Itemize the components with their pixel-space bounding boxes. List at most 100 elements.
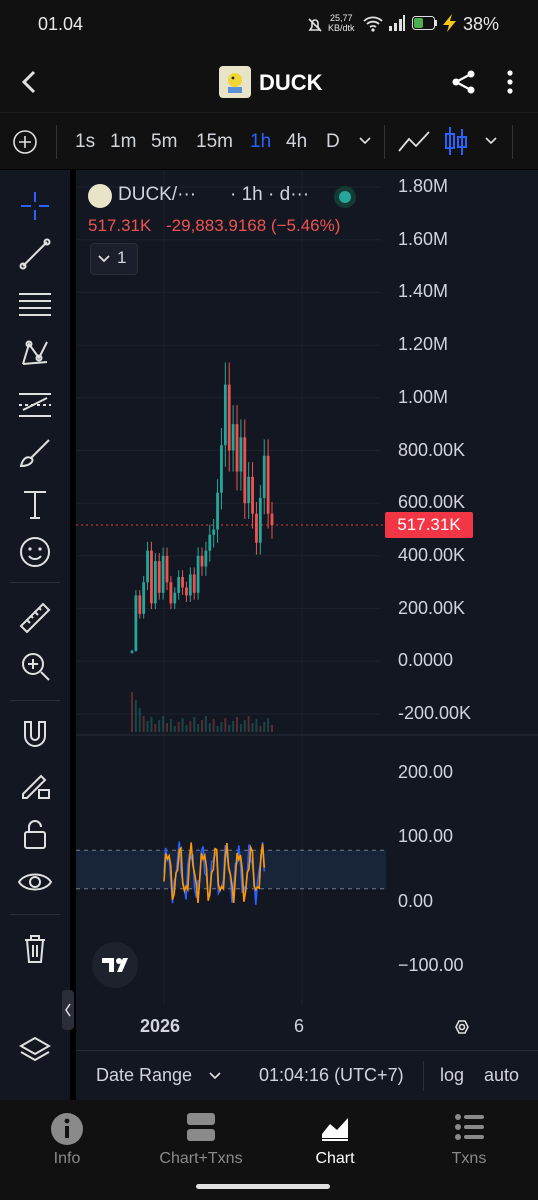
candle-body bbox=[138, 595, 142, 614]
candle-body bbox=[181, 576, 184, 588]
crosshair-icon bbox=[21, 192, 49, 220]
current-price-tag: 517.31K bbox=[385, 512, 473, 538]
chart-bottom-bar: Date Range 01:04:16 (UTC+7) log auto bbox=[76, 1050, 538, 1101]
network-speed-value: 25,77 bbox=[329, 13, 353, 23]
candle-body bbox=[270, 513, 274, 525]
chart-area[interactable]: DUCK/··· · 1h · d··· 517.31K -29,883.916… bbox=[76, 170, 538, 1100]
market-status-icon bbox=[334, 186, 356, 208]
more-menu-icon[interactable] bbox=[500, 68, 520, 96]
brush-tool[interactable] bbox=[17, 436, 53, 472]
add-indicator-icon[interactable] bbox=[12, 129, 38, 155]
volume-bar bbox=[204, 716, 207, 732]
tradingview-icon bbox=[102, 958, 128, 972]
current-price-label: 517.31K bbox=[397, 515, 461, 534]
chart-icon bbox=[322, 1118, 348, 1141]
visibility-tool[interactable] bbox=[17, 864, 53, 900]
text-tool[interactable] bbox=[17, 486, 53, 522]
volume-bar bbox=[259, 726, 262, 732]
candles-chart-icon[interactable] bbox=[442, 125, 470, 157]
chart-clock: 01:04:16 (UTC+7) bbox=[259, 1065, 404, 1085]
volume-bar bbox=[166, 723, 168, 732]
legend-change: -29,883.9168 (−5.46%) bbox=[166, 216, 341, 235]
measure-tool[interactable] bbox=[17, 600, 53, 636]
log-scale-toggle[interactable]: log bbox=[440, 1065, 464, 1086]
candle-body bbox=[157, 561, 161, 593]
eye-icon bbox=[17, 873, 53, 891]
timeframe-15m[interactable]: 15m bbox=[196, 131, 233, 153]
candle-body bbox=[177, 576, 181, 593]
timeframe-1s[interactable]: 1s bbox=[75, 131, 95, 153]
nav-label-txns: Txns bbox=[451, 1150, 487, 1167]
token-logo bbox=[219, 66, 251, 98]
date-range-button[interactable]: Date Range bbox=[96, 1065, 192, 1086]
price-axis-label: 800.00K bbox=[398, 439, 466, 460]
nav-item-chart[interactable]: Chart bbox=[268, 1100, 402, 1180]
bottom-divider bbox=[423, 1061, 424, 1091]
timeframe-dropdown-icon[interactable] bbox=[358, 135, 372, 147]
price-axis-label: 1.40M bbox=[398, 281, 449, 302]
timeframe-d[interactable]: D bbox=[326, 131, 340, 153]
lock-drawing-tool[interactable] bbox=[17, 766, 53, 802]
delete-tool[interactable] bbox=[17, 930, 53, 966]
trendline-tool[interactable] bbox=[17, 236, 53, 272]
volume-bar bbox=[216, 726, 219, 732]
volume-bar bbox=[162, 716, 165, 732]
volume-bar bbox=[267, 718, 270, 732]
legend-collapse-button[interactable]: 1 bbox=[90, 243, 138, 275]
candle-body bbox=[223, 384, 227, 446]
list-icon bbox=[455, 1114, 484, 1140]
timeframe-4h[interactable]: 4h bbox=[286, 131, 307, 153]
volume-bar bbox=[158, 720, 161, 732]
fib-retracement-icon bbox=[19, 293, 51, 316]
unlock-icon bbox=[24, 820, 46, 849]
volume-bar bbox=[228, 725, 231, 732]
indicator-axis-label: −100.00 bbox=[398, 955, 464, 975]
chevron-down-icon[interactable] bbox=[208, 1071, 222, 1081]
chart-txns-icon bbox=[187, 1113, 215, 1141]
crosshair-tool[interactable] bbox=[17, 188, 53, 224]
network-speed-unit: KB/dtk bbox=[328, 23, 355, 33]
nav-item-info[interactable]: Info bbox=[0, 1100, 134, 1180]
volume-bar bbox=[189, 721, 192, 732]
pattern-tool[interactable] bbox=[17, 336, 53, 372]
chart-canvas[interactable] bbox=[76, 170, 538, 1050]
back-icon[interactable] bbox=[16, 68, 44, 96]
timeframe-1m[interactable]: 1m bbox=[110, 131, 136, 153]
volume-bar bbox=[247, 716, 250, 732]
candle-body bbox=[169, 582, 173, 604]
nav-item-chart-txns[interactable]: Chart+Txns bbox=[134, 1100, 268, 1180]
settings-icon[interactable] bbox=[450, 1015, 474, 1039]
pencil-lock-icon bbox=[22, 774, 50, 799]
volume-bar bbox=[251, 723, 254, 732]
line-chart-icon[interactable] bbox=[397, 129, 431, 155]
volume-bar bbox=[131, 692, 133, 732]
time-label-2026: 2026 bbox=[140, 1016, 181, 1036]
price-axis-label: 1.00M bbox=[398, 386, 449, 407]
ruler-icon bbox=[19, 602, 51, 634]
candle-body bbox=[247, 476, 251, 504]
emoji-tool[interactable] bbox=[17, 534, 53, 570]
timeframe-5m[interactable]: 5m bbox=[151, 131, 177, 153]
timeframe-1h[interactable]: 1h bbox=[250, 131, 271, 153]
magnet-tool[interactable] bbox=[17, 716, 53, 752]
zoom-tool[interactable] bbox=[17, 648, 53, 684]
layers-tool[interactable] bbox=[17, 1032, 53, 1068]
chevron-down-icon bbox=[98, 255, 110, 263]
volume-bar bbox=[224, 718, 227, 732]
nav-item-txns[interactable]: Txns bbox=[402, 1100, 536, 1180]
lock-all-tool[interactable] bbox=[17, 816, 53, 852]
candle-body bbox=[150, 550, 153, 604]
chevron-left-icon bbox=[65, 1003, 71, 1017]
projection-tool[interactable] bbox=[17, 386, 53, 422]
chart-type-dropdown-icon[interactable] bbox=[484, 135, 498, 147]
candle-body bbox=[192, 574, 196, 593]
wifi-icon bbox=[363, 16, 383, 32]
auto-scale-toggle[interactable]: auto bbox=[484, 1065, 519, 1086]
volume-bar bbox=[150, 717, 153, 732]
fib-tool[interactable] bbox=[17, 286, 53, 322]
tradingview-logo[interactable] bbox=[92, 942, 138, 988]
panel-collapse-handle[interactable] bbox=[62, 990, 74, 1030]
share-icon[interactable] bbox=[450, 68, 478, 96]
volume-bar bbox=[201, 720, 203, 732]
price-axis-label: 400.00K bbox=[398, 544, 466, 565]
